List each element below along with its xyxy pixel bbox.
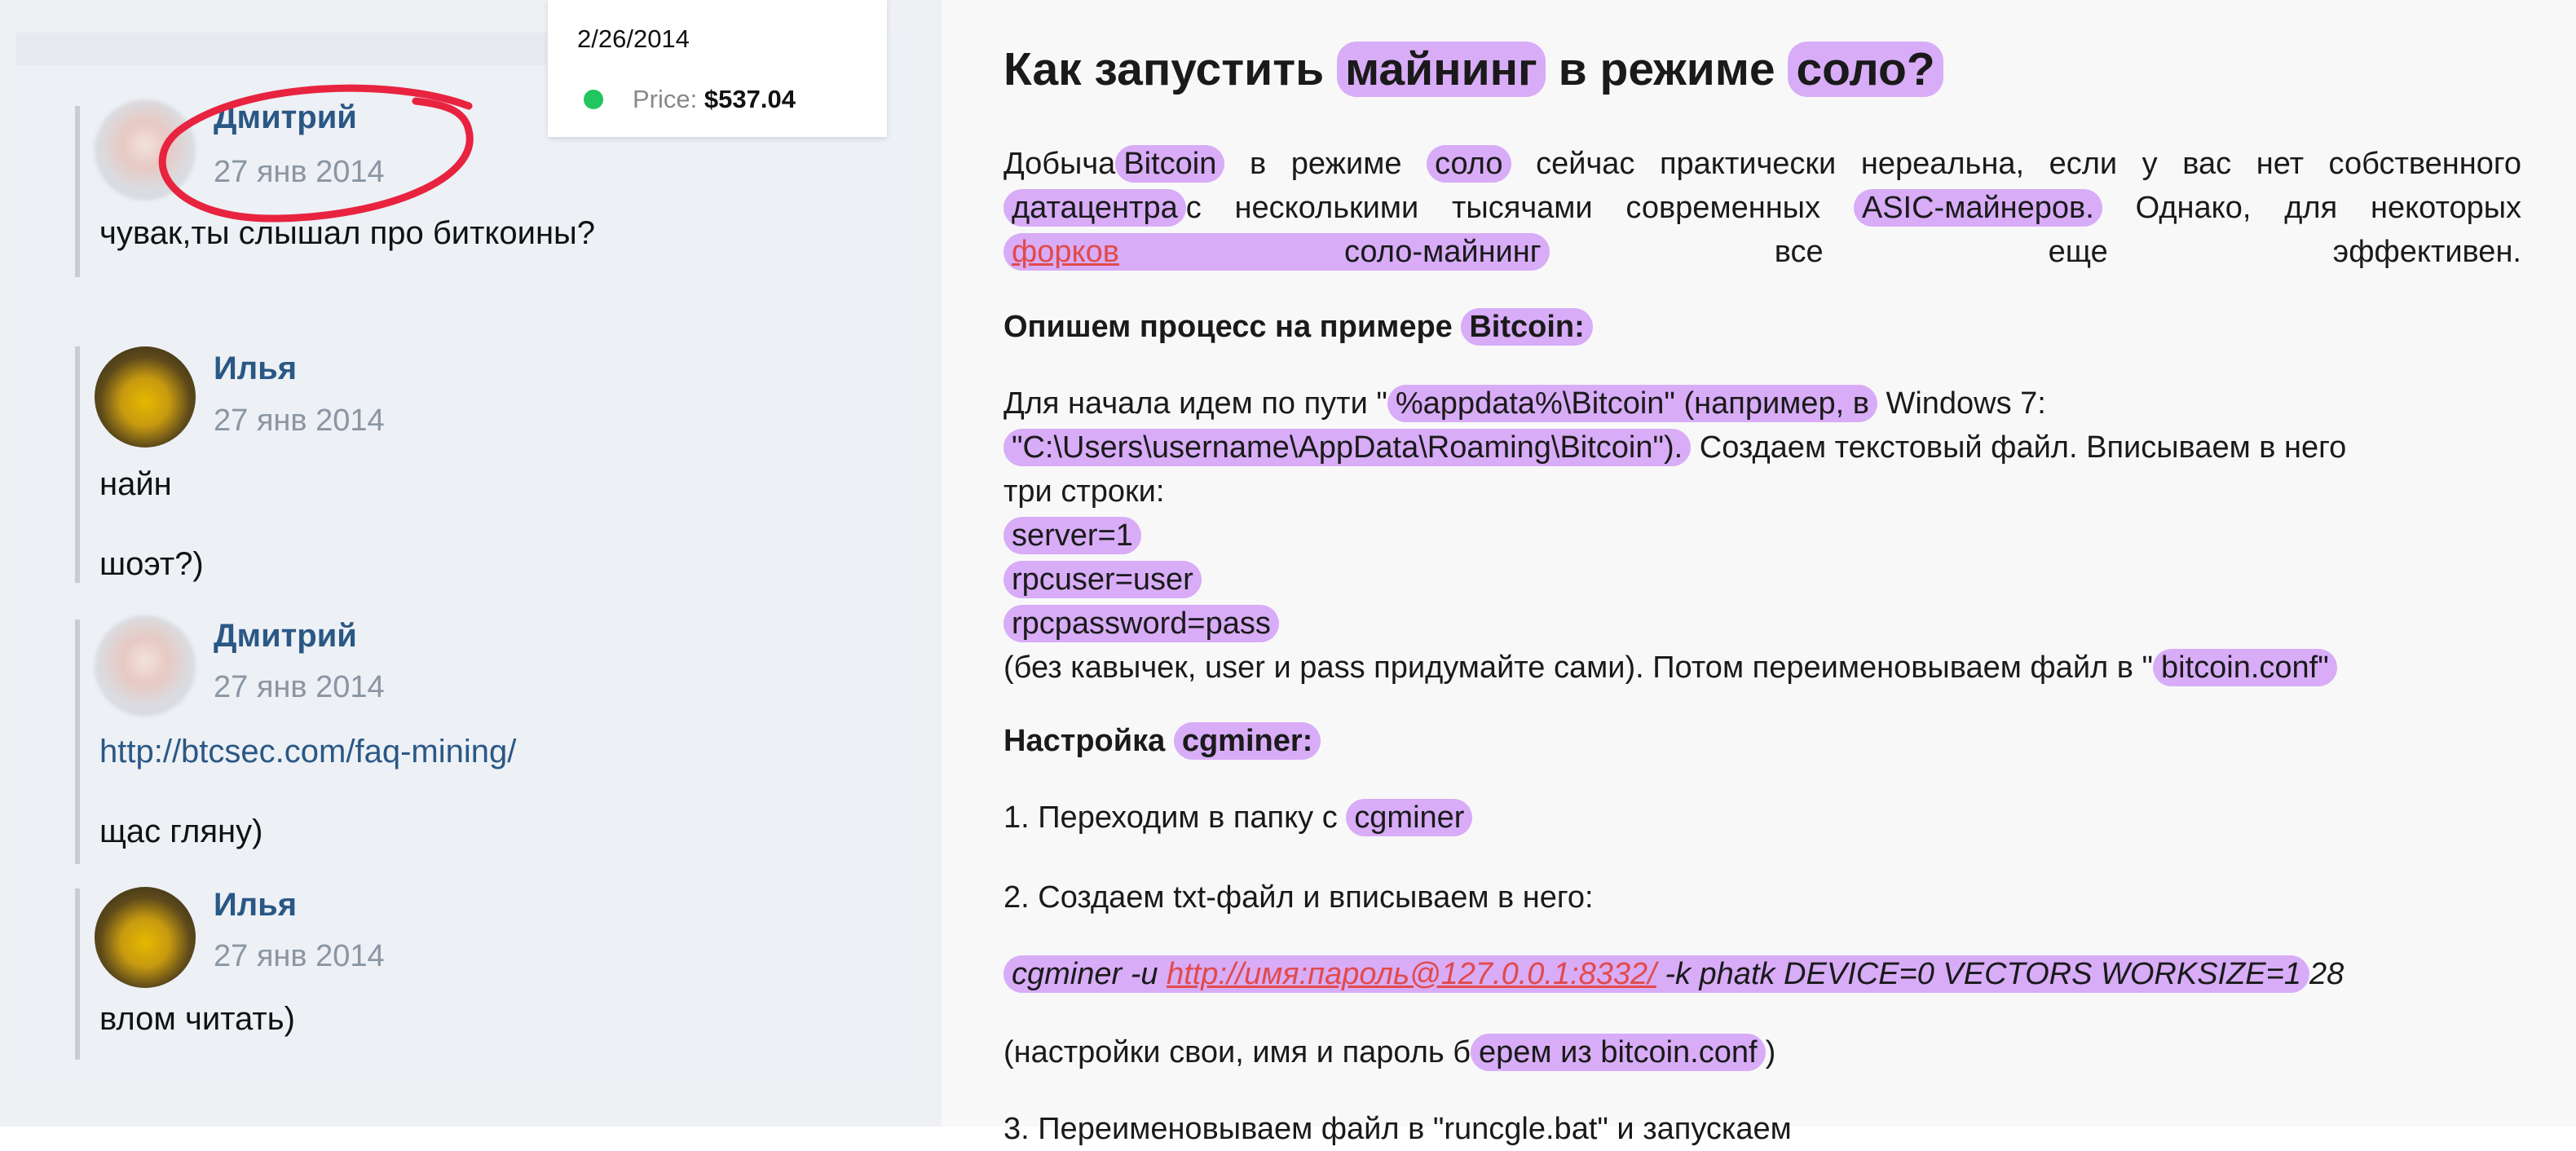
tooltip-price: Price: $537.04 [633, 85, 796, 114]
step-2: 2. Создаем txt-файл и вписываем в него: [1003, 880, 1594, 915]
message-group [75, 106, 80, 277]
avatar[interactable] [95, 887, 196, 988]
config-line: server=1 [1003, 517, 1141, 554]
highlight: майнинг [1337, 42, 1546, 97]
highlight: соло? [1788, 42, 1943, 97]
message-author[interactable]: Илья [214, 887, 297, 924]
message-author[interactable]: Илья [214, 351, 297, 387]
paragraph-example: Опишем процесс на примере Bitcoin: [1003, 305, 2521, 349]
message-text: влом читать) [99, 1001, 295, 1037]
chat-topbar [16, 33, 546, 65]
rpc-url-link[interactable]: http://имя:пароль@127.0.0.1:8332/ [1167, 957, 1656, 991]
message-date[interactable]: 27 янв 2014 [214, 155, 385, 190]
step-1: 1. Переходим в папку с cgminer [1003, 796, 2521, 840]
command-line: cgminer -u http://имя:пароль@127.0.0.1:8… [1003, 952, 2521, 996]
forks-link[interactable]: форков [1012, 235, 1119, 269]
message-text: чувак,ты слышал про биткоины? [99, 215, 596, 251]
chat-panel: Дмитрий 27 янв 2014 чувак,ты слышал про … [0, 0, 942, 1127]
highlight: Bitcoin [1115, 145, 1225, 183]
price-tooltip: 2/26/2014 Price: $537.04 [548, 0, 887, 137]
highlight: "C:\Users\username\AppData\Roaming\Bitco… [1003, 429, 1692, 466]
message-group [75, 620, 80, 864]
message-author[interactable]: Дмитрий [214, 99, 357, 136]
message-text: щас гляну) [99, 814, 263, 849]
article-title: Как запустить майнинг в режиме соло? [1003, 42, 1943, 97]
config-line: rpcpassword=pass [1003, 605, 1279, 642]
price-label: Price: [633, 85, 698, 113]
article: Как запустить майнинг в режиме соло? Доб… [942, 0, 2576, 1146]
highlight: bitcoin.conf" [2153, 649, 2337, 686]
avatar[interactable] [95, 615, 196, 717]
message-text: шоэт?) [99, 546, 204, 582]
highlight: cgminer [1346, 799, 1473, 836]
paragraph-cgminer-heading: Настройка cgminer: [1003, 719, 2521, 763]
price-value: $537.04 [704, 85, 796, 113]
message-date[interactable]: 27 янв 2014 [214, 939, 385, 974]
config-line: rpcuser=user [1003, 561, 1202, 598]
highlight: cgminer -u http://имя:пароль@127.0.0.1:8… [1003, 955, 2309, 993]
highlight: cgminer: [1173, 722, 1321, 760]
message-link[interactable]: http://btcsec.com/faq-mining/ [99, 734, 516, 770]
paragraph-path: Для начала идем по пути " %appdata%\Bitco… [1003, 385, 2347, 686]
highlight: Bitcoin: [1461, 308, 1593, 346]
highlight: форков соло-майнинг [1003, 233, 1550, 271]
highlight: %appdata%\Bitcoin" (например, в [1387, 385, 1877, 422]
avatar[interactable] [95, 346, 196, 448]
tooltip-date: 2/26/2014 [577, 24, 690, 53]
highlight: датацентра [1003, 189, 1186, 227]
step-3: 3. Переименовываем файл в "runcgle.bat" … [1003, 1112, 1792, 1146]
highlight: ерем из bitcoin.conf [1471, 1034, 1766, 1071]
price-dot-icon [584, 90, 603, 109]
message-group [75, 889, 80, 1060]
message-date[interactable]: 27 янв 2014 [214, 404, 385, 439]
settings-note: (настройки свои, имя и пароль б ерем из b… [1003, 1034, 1776, 1071]
message-text: найн [99, 466, 172, 502]
highlight: соло [1427, 145, 1511, 183]
highlight: ASIC-майнеров. [1853, 189, 2102, 227]
message-author[interactable]: Дмитрий [214, 618, 357, 655]
paragraph-intro: Добыча Bitcoin в режиме соло сейчас практ… [1003, 145, 2522, 271]
message-group [75, 346, 80, 583]
avatar[interactable] [95, 99, 196, 201]
message-date[interactable]: 27 янв 2014 [214, 670, 385, 705]
